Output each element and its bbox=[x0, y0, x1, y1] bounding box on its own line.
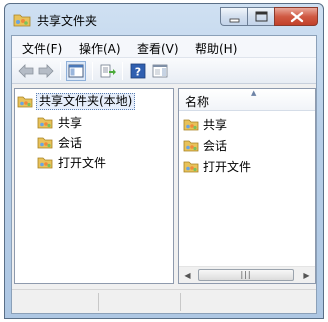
shared-folder-icon bbox=[17, 96, 33, 108]
shares-folder-icon bbox=[37, 117, 53, 129]
list-item-label: 会话 bbox=[203, 138, 228, 153]
scrollbar-thumb[interactable]: ||| bbox=[198, 269, 294, 281]
sort-ascending-icon: ▲ bbox=[251, 89, 257, 97]
title-bar[interactable]: 共享文件夹 bbox=[5, 4, 323, 34]
menu-view[interactable]: 查看(V) bbox=[137, 40, 179, 57]
minimize-button[interactable] bbox=[220, 7, 247, 26]
forward-button[interactable] bbox=[36, 61, 56, 81]
results-pane: 名称 ▲ 共享 会话 打开文件 ◀ ||| ▶ bbox=[178, 88, 316, 284]
help-icon: ? bbox=[130, 63, 146, 79]
toolbar-separator bbox=[60, 62, 61, 80]
open-files-folder-icon bbox=[183, 161, 199, 173]
scroll-left-button[interactable]: ◀ bbox=[179, 267, 196, 283]
close-icon bbox=[290, 11, 304, 23]
show-hide-action-pane-icon bbox=[152, 64, 168, 78]
scroll-right-button[interactable]: ▶ bbox=[298, 267, 315, 283]
svg-text:?: ? bbox=[135, 66, 141, 79]
toolbar-separator bbox=[122, 62, 123, 80]
tree-item-label: 会话 bbox=[58, 135, 83, 150]
list-item-open-files[interactable]: 打开文件 bbox=[183, 157, 251, 175]
toolbar-separator bbox=[92, 62, 93, 80]
show-hide-console-tree-icon bbox=[68, 64, 84, 78]
help-button[interactable]: ? bbox=[128, 61, 148, 81]
list-item-shares[interactable]: 共享 bbox=[183, 115, 227, 133]
tree-root-item[interactable]: 共享文件夹(本地) bbox=[17, 92, 136, 110]
tree-item-sessions[interactable]: 会话 bbox=[37, 133, 82, 151]
tree-root-label: 共享文件夹(本地) bbox=[36, 92, 136, 110]
menu-action[interactable]: 操作(A) bbox=[79, 40, 121, 57]
list-item-label: 打开文件 bbox=[203, 159, 252, 174]
caption-buttons bbox=[220, 7, 318, 27]
maximize-button[interactable] bbox=[247, 7, 274, 26]
column-header-label: 名称 bbox=[185, 95, 210, 109]
sessions-folder-icon bbox=[37, 137, 53, 149]
export-list-button[interactable] bbox=[98, 61, 118, 81]
tree-item-label: 打开文件 bbox=[58, 155, 107, 170]
close-button[interactable] bbox=[274, 7, 318, 26]
back-button[interactable] bbox=[16, 61, 36, 81]
scroll-left-icon: ◀ bbox=[184, 270, 191, 280]
tree-item-shares[interactable]: 共享 bbox=[37, 113, 82, 131]
scrollbar-grip: ||| bbox=[240, 270, 252, 279]
column-header-name[interactable]: 名称 ▲ bbox=[179, 89, 315, 111]
action-pane-button[interactable] bbox=[150, 61, 170, 81]
shared-folder-icon bbox=[13, 14, 31, 27]
list-item-sessions[interactable]: 会话 bbox=[183, 136, 227, 154]
scroll-right-icon: ▶ bbox=[303, 270, 310, 280]
back-arrow-icon bbox=[18, 64, 34, 78]
console-tree-pane: 共享文件夹(本地) 共享 会话 打开文件 bbox=[14, 88, 174, 284]
client-area: 文件(F) 操作(A) 查看(V) 帮助(H) ? 共享文件夹(本地) 共享 会… bbox=[11, 35, 317, 314]
open-files-folder-icon bbox=[37, 157, 53, 169]
toolbar: ? bbox=[12, 58, 316, 84]
menu-help[interactable]: 帮助(H) bbox=[195, 40, 237, 57]
window-title: 共享文件夹 bbox=[37, 14, 98, 28]
maximize-icon bbox=[255, 11, 268, 22]
shares-folder-icon bbox=[183, 119, 199, 131]
sessions-folder-icon bbox=[183, 140, 199, 152]
main-window: 共享文件夹 文件(F) 操作(A) 查看(V) 帮助(H) ? 共享文件夹(本地… bbox=[4, 3, 324, 319]
status-bar bbox=[12, 289, 316, 313]
minimize-icon bbox=[229, 18, 240, 23]
export-list-icon bbox=[100, 64, 116, 78]
forward-arrow-icon bbox=[38, 64, 54, 78]
status-bar-segment bbox=[98, 293, 99, 311]
horizontal-scrollbar[interactable]: ◀ ||| ▶ bbox=[179, 266, 315, 283]
tree-item-open-files[interactable]: 打开文件 bbox=[37, 153, 106, 171]
list-item-label: 共享 bbox=[203, 117, 228, 132]
menu-bar: 文件(F) 操作(A) 查看(V) 帮助(H) bbox=[12, 36, 316, 58]
tree-item-label: 共享 bbox=[58, 115, 83, 130]
status-bar-segment bbox=[180, 293, 181, 311]
show-hide-tree-button[interactable] bbox=[66, 61, 86, 81]
menu-file[interactable]: 文件(F) bbox=[22, 40, 62, 57]
